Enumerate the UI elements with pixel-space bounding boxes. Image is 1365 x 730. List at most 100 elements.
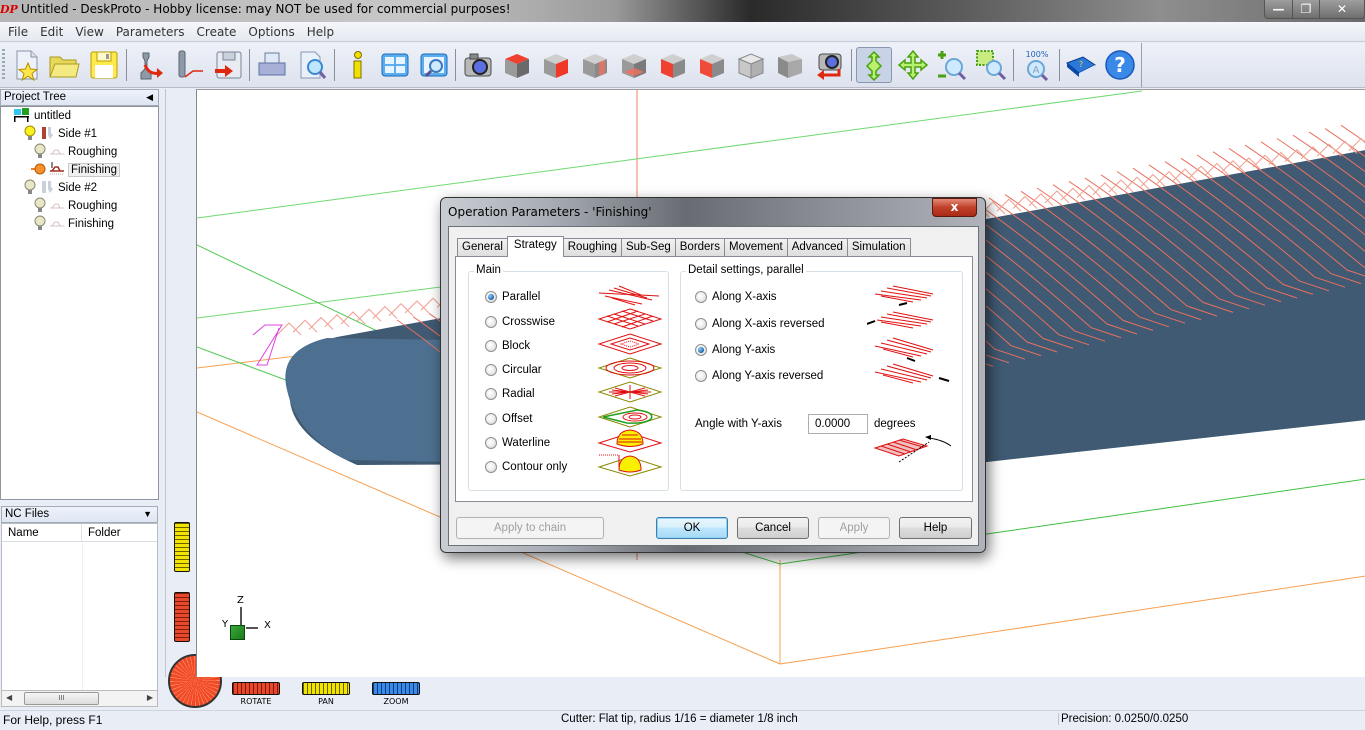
rotate-mode-button[interactable] bbox=[856, 47, 892, 83]
view-bottom-button[interactable] bbox=[616, 47, 652, 83]
tree-item-side-1[interactable]: Side #1 bbox=[24, 125, 97, 143]
view-iso-button[interactable] bbox=[733, 47, 769, 83]
radio-button[interactable] bbox=[485, 388, 497, 400]
radio-circular[interactable]: Circular bbox=[485, 364, 542, 376]
radio-button[interactable] bbox=[695, 344, 707, 356]
radio-button[interactable] bbox=[485, 316, 497, 328]
tab-general[interactable]: General bbox=[457, 238, 508, 256]
import-toolpath-button[interactable] bbox=[171, 47, 207, 83]
collapse-left-icon[interactable]: ◀ bbox=[146, 90, 153, 105]
radio-button[interactable] bbox=[485, 413, 497, 425]
radio-along-y[interactable]: Along Y-axis bbox=[695, 344, 775, 356]
view-left-button[interactable] bbox=[694, 47, 730, 83]
apply-to-chain-button[interactable]: Apply to chain bbox=[456, 517, 604, 539]
help-dialog-button[interactable]: Help bbox=[899, 517, 972, 539]
radio-block[interactable]: Block bbox=[485, 340, 530, 352]
menu-help[interactable]: Help bbox=[301, 22, 340, 42]
view-right-button[interactable] bbox=[577, 47, 613, 83]
radio-crosswise[interactable]: Crosswise bbox=[485, 316, 555, 328]
radio-button[interactable] bbox=[485, 291, 497, 303]
radio-waterline[interactable]: Waterline bbox=[485, 437, 550, 449]
radio-offset[interactable]: Offset bbox=[485, 413, 532, 425]
view-zoom-window-button[interactable] bbox=[416, 47, 452, 83]
tree-item-side2-finishing[interactable]: Finishing bbox=[34, 215, 114, 233]
import-geometry-button[interactable] bbox=[131, 47, 167, 83]
view-back-button[interactable] bbox=[655, 47, 691, 83]
radio-parallel[interactable]: Parallel bbox=[485, 291, 540, 303]
angle-input[interactable]: 0.0000 bbox=[808, 414, 868, 434]
menu-options[interactable]: Options bbox=[242, 22, 300, 42]
tab-sub-seg[interactable]: Sub-Seg bbox=[620, 238, 676, 256]
menu-view[interactable]: View bbox=[69, 22, 109, 42]
camera-button[interactable] bbox=[460, 47, 496, 83]
save-button[interactable] bbox=[86, 47, 122, 83]
write-nc-button[interactable] bbox=[209, 47, 245, 83]
radio-button[interactable] bbox=[695, 318, 707, 330]
tab-roughing[interactable]: Roughing bbox=[562, 238, 622, 256]
menu-parameters[interactable]: Parameters bbox=[110, 22, 191, 42]
tree-item-side1-finishing[interactable]: Finishing bbox=[31, 161, 121, 179]
column-header-name[interactable]: Name bbox=[2, 524, 82, 541]
tree-item-side2-roughing[interactable]: Roughing bbox=[34, 197, 117, 215]
menu-file[interactable]: File bbox=[2, 22, 34, 42]
radio-radial[interactable]: Radial bbox=[485, 388, 535, 400]
radio-along-y-reversed[interactable]: Along Y-axis reversed bbox=[695, 370, 823, 382]
zoom-wheel[interactable] bbox=[372, 682, 420, 695]
tab-simulation[interactable]: Simulation bbox=[846, 238, 911, 256]
toolbar-grip[interactable] bbox=[2, 49, 5, 81]
tree-item-project[interactable]: untitled bbox=[13, 107, 71, 125]
column-header-folder[interactable]: Folder bbox=[82, 524, 121, 541]
radio-button[interactable] bbox=[485, 461, 497, 473]
tab-borders[interactable]: Borders bbox=[674, 238, 726, 256]
pan-wheel[interactable] bbox=[302, 682, 350, 695]
cancel-button[interactable]: Cancel bbox=[737, 517, 809, 539]
tab-advanced[interactable]: Advanced bbox=[786, 238, 848, 256]
along-y-reversed-preview-icon bbox=[874, 363, 950, 384]
nc-files-scrollbar[interactable]: ◀ III ▶ bbox=[1, 690, 158, 707]
camera-restore-button[interactable] bbox=[811, 47, 847, 83]
radio-button[interactable] bbox=[485, 437, 497, 449]
open-button[interactable] bbox=[46, 47, 82, 83]
dialog-close-button[interactable]: x bbox=[932, 198, 977, 217]
rotate-wheel[interactable] bbox=[232, 682, 280, 695]
radio-button[interactable] bbox=[485, 340, 497, 352]
view-iso2-button[interactable] bbox=[772, 47, 808, 83]
menu-create[interactable]: Create bbox=[191, 22, 243, 42]
radio-button[interactable] bbox=[695, 291, 707, 303]
help-button[interactable]: ? bbox=[1102, 47, 1138, 83]
view-top-button[interactable] bbox=[499, 47, 535, 83]
minimize-button[interactable]: — bbox=[1265, 0, 1292, 18]
zoom-window-button[interactable] bbox=[973, 47, 1009, 83]
radio-button[interactable] bbox=[695, 370, 707, 382]
view-front-button[interactable] bbox=[538, 47, 574, 83]
radio-label: Along Y-axis reversed bbox=[712, 370, 824, 382]
tab-strategy[interactable]: Strategy bbox=[506, 236, 564, 257]
window-layout-button[interactable] bbox=[377, 47, 413, 83]
info-button[interactable] bbox=[339, 47, 375, 83]
apply-button[interactable]: Apply bbox=[818, 517, 890, 539]
dropdown-arrow-icon[interactable]: ▼ bbox=[143, 507, 152, 522]
radio-contour-only[interactable]: Contour only bbox=[485, 461, 567, 473]
ok-button[interactable]: OK bbox=[656, 517, 728, 539]
tree-item-side-2[interactable]: Side #2 bbox=[24, 179, 97, 197]
tree-item-side1-roughing[interactable]: Roughing bbox=[34, 143, 117, 161]
tab-movement[interactable]: Movement bbox=[724, 238, 788, 256]
scroll-right-icon[interactable]: ▶ bbox=[147, 693, 153, 702]
rotate-wheel-vertical[interactable] bbox=[174, 592, 190, 642]
print-preview-button[interactable] bbox=[294, 47, 330, 83]
scroll-left-icon[interactable]: ◀ bbox=[6, 693, 12, 702]
pan-mode-button[interactable] bbox=[895, 47, 931, 83]
close-window-button[interactable]: ✕ bbox=[1319, 0, 1364, 18]
zoom-100-button[interactable]: 100% A bbox=[1019, 47, 1055, 83]
radio-along-x[interactable]: Along X-axis bbox=[695, 291, 777, 303]
new-file-button[interactable] bbox=[9, 47, 45, 83]
print-button[interactable] bbox=[254, 47, 290, 83]
manual-button[interactable]: ? bbox=[1063, 47, 1099, 83]
radio-button[interactable] bbox=[485, 364, 497, 376]
zoom-mode-button[interactable] bbox=[934, 47, 970, 83]
restore-button[interactable]: ❐ bbox=[1292, 0, 1319, 18]
pan-wheel-vertical[interactable] bbox=[174, 522, 190, 572]
scroll-thumb[interactable]: III bbox=[24, 692, 99, 705]
radio-along-x-reversed[interactable]: Along X-axis reversed bbox=[695, 318, 825, 330]
menu-edit[interactable]: Edit bbox=[34, 22, 69, 42]
